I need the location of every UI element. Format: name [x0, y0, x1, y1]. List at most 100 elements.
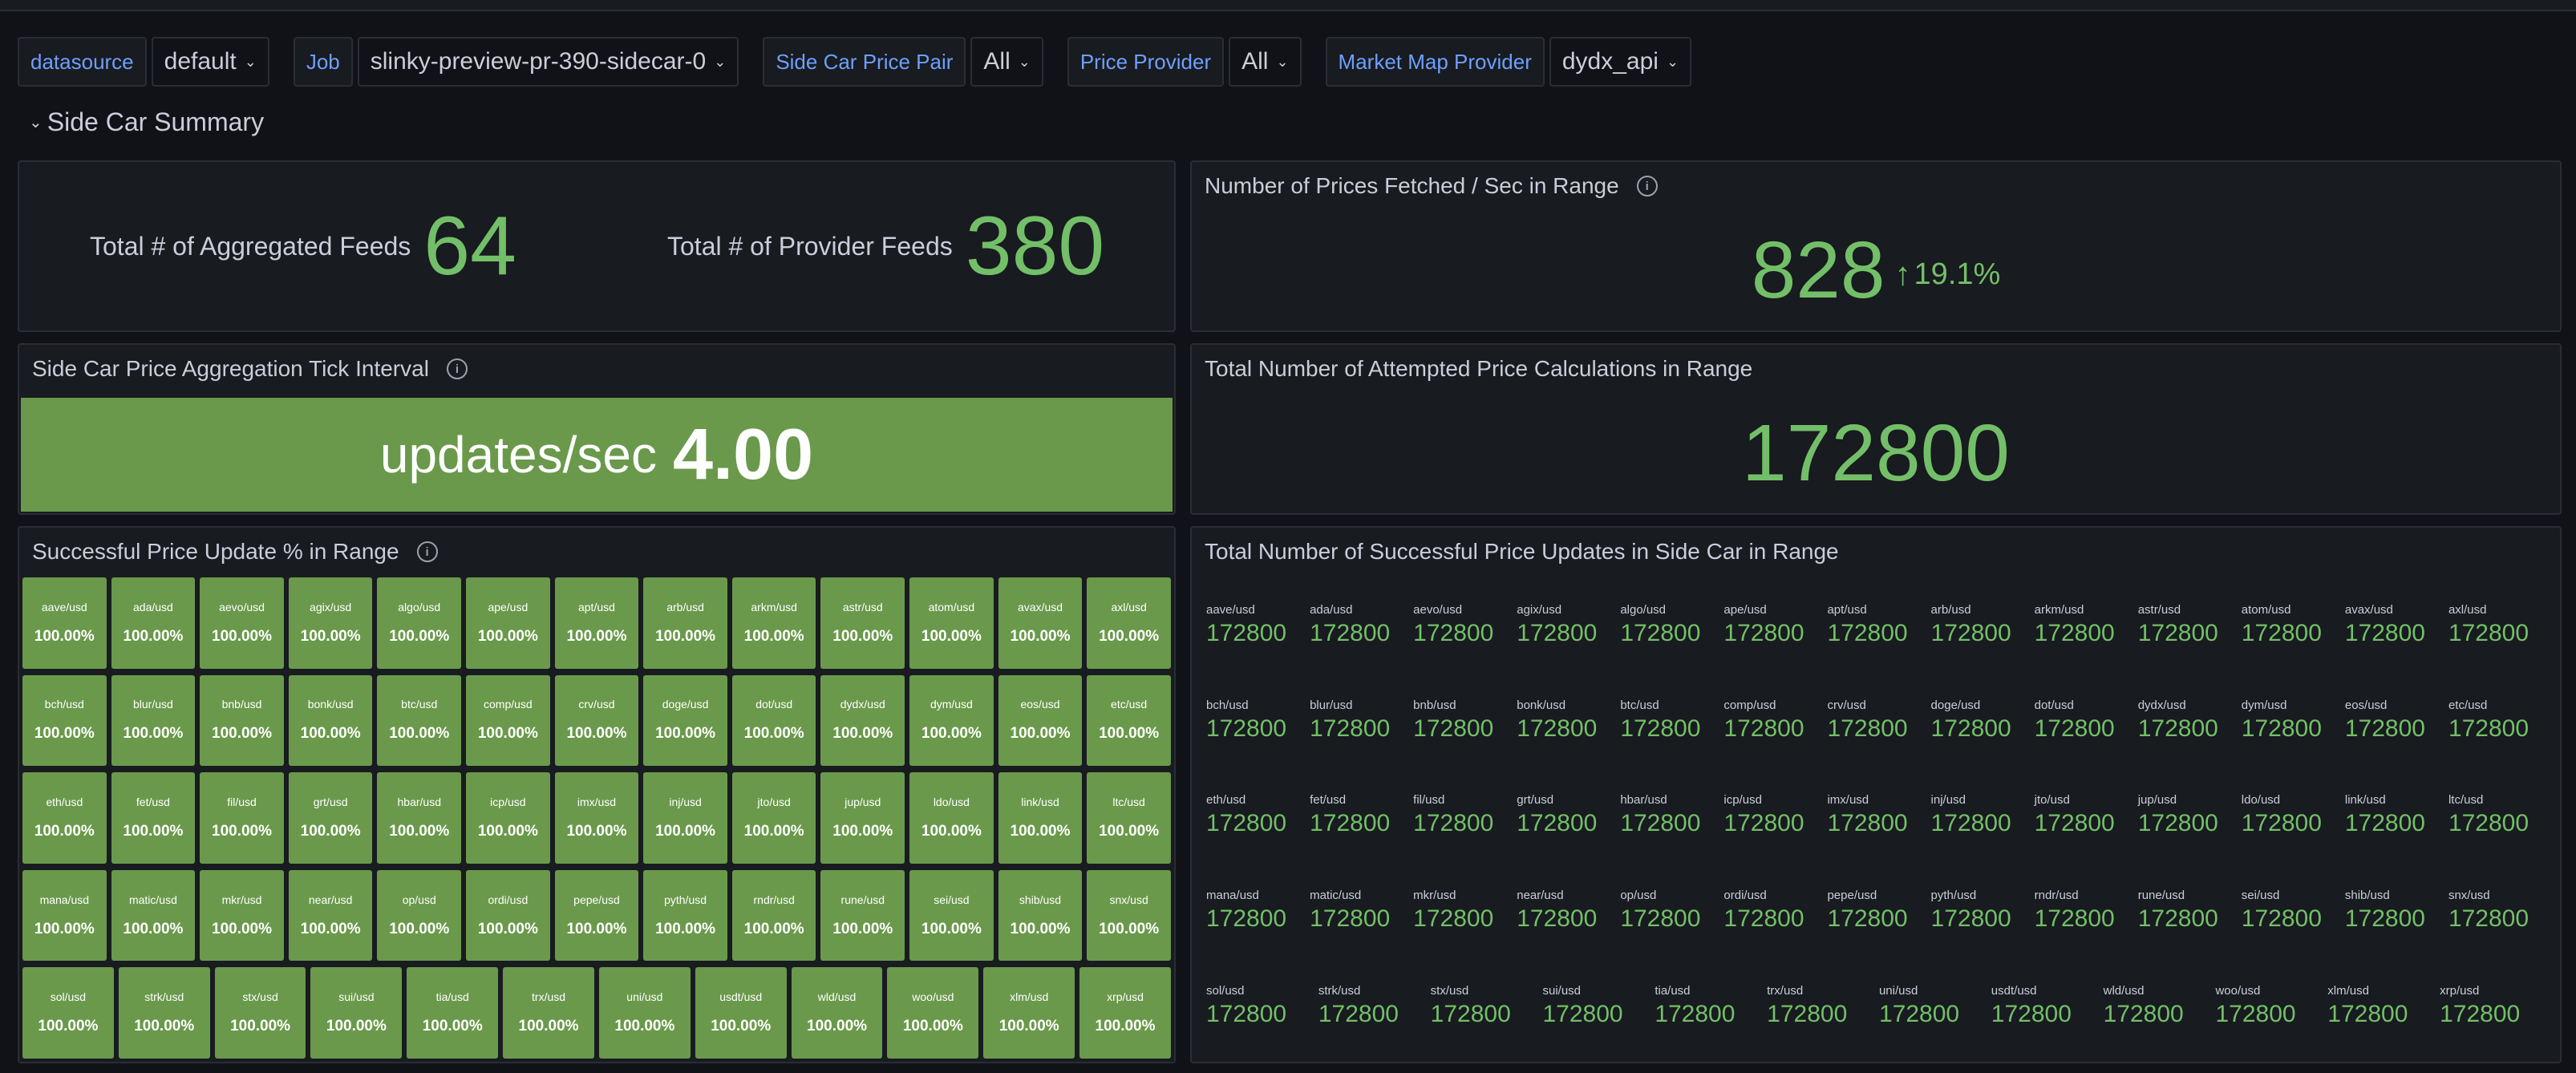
pair-count: dym/usd 172800 [2242, 698, 2345, 743]
pair-label: etc/usd [1111, 698, 1148, 711]
pair-count: mkr/usd 172800 [1413, 889, 1517, 933]
count-row: bch/usd 172800 blur/usd 172800 bnb/usd 172800… [1206, 673, 2552, 768]
pair-label: aevo/usd [219, 600, 265, 613]
pair-tile: avax/usd 100.00% [998, 577, 1083, 669]
pair-tile: jup/usd 100.00% [820, 772, 905, 864]
pair-label: wld/usd [2103, 984, 2145, 998]
aggregated-feeds-stat: Total # of Aggregated Feeds 64 [90, 162, 516, 330]
pair-tile: op/usd 100.00% [377, 869, 462, 962]
pair-percent: 100.00% [230, 1018, 291, 1035]
pair-label: pepe/usd [1827, 889, 1877, 903]
pair-count: xlm/usd 172800 [2327, 984, 2440, 1028]
market-map-provider-select[interactable]: dydx_api ⌄ [1549, 37, 1692, 87]
pair-label: ape/usd [1723, 602, 1767, 617]
pair-tile: arb/usd 100.00% [643, 577, 727, 669]
pair-count: agix/usd 172800 [1517, 603, 1620, 647]
pair-label: comp/usd [1723, 698, 1776, 712]
pair-percent: 100.00% [34, 822, 95, 840]
pair-count-value: 172800 [2034, 905, 2115, 933]
pair-count-value: 172800 [1413, 905, 1494, 933]
pair-label: tia/usd [435, 990, 469, 1004]
info-circle-icon[interactable]: i [1636, 176, 1658, 196]
pair-tile: fil/usd 100.00% [200, 772, 284, 864]
pair-label: blur/usd [133, 698, 173, 711]
select-value: default [164, 48, 237, 75]
pair-label: astr/usd [2137, 602, 2181, 617]
success-count-grid: aave/usd 172800 ada/usd 172800 aevo/usd 17280… [1206, 577, 2552, 1054]
pair-count-value: 172800 [2241, 619, 2322, 646]
pair-percent: 100.00% [477, 920, 538, 937]
row-toggle-side-car-summary[interactable]: ⌄ Side Car Summary [29, 107, 264, 137]
pair-tile: apt/usd 100.00% [554, 577, 639, 669]
top-nav-bar [0, 0, 2576, 11]
row-title: Side Car Summary [47, 107, 265, 136]
price-pair-select[interactable]: All ⌄ [970, 37, 1043, 87]
pair-tile: algo/usd 100.00% [377, 577, 462, 669]
pair-count: avax/usd 172800 [2345, 603, 2448, 647]
pair-percent: 100.00% [743, 627, 804, 645]
filter-label: Price Provider [1067, 37, 1225, 87]
pair-label: shib/usd [2344, 889, 2390, 903]
pair-label: atom/usd [2241, 602, 2291, 617]
pair-label: mana/usd [1206, 889, 1259, 903]
pair-tile: dot/usd 100.00% [731, 674, 816, 767]
pair-percent: 100.00% [566, 822, 627, 840]
chevron-down-icon: ⌄ [714, 53, 727, 70]
pair-label: ada/usd [1310, 602, 1353, 617]
pair-count-value: 172800 [2327, 1001, 2408, 1028]
pair-percent: 100.00% [743, 822, 804, 840]
pair-label: btc/usd [1620, 698, 1659, 712]
pair-tile: wld/usd 100.00% [791, 967, 883, 1059]
pair-label: imx/usd [1827, 793, 1869, 808]
pair-count-value: 172800 [2241, 905, 2322, 933]
pair-count-value: 172800 [1310, 905, 1391, 933]
pair-percent: 100.00% [655, 627, 716, 645]
pair-label: strk/usd [1318, 984, 1361, 998]
filter-label: datasource [18, 37, 147, 87]
pair-tile: aevo/usd 100.00% [200, 577, 284, 669]
pair-tile: xlm/usd 100.00% [983, 967, 1075, 1059]
pair-tile: sui/usd 100.00% [310, 967, 403, 1059]
stat-value: 828 [1751, 225, 1885, 315]
pair-count: blur/usd 172800 [1310, 698, 1413, 743]
pair-count-value: 172800 [2344, 810, 2425, 837]
info-circle-icon[interactable]: i [416, 541, 438, 562]
job-select[interactable]: slinky-preview-pr-390-sidecar-0 ⌄ [357, 37, 739, 87]
pair-count: hbar/usd 172800 [1620, 793, 1723, 837]
pair-percent: 100.00% [34, 920, 95, 937]
variable-filters: datasource default ⌄ Job slinky-preview-p… [18, 37, 1715, 87]
pair-count-value: 172800 [1517, 810, 1598, 837]
pair-count-value: 172800 [2344, 619, 2425, 646]
pair-count-value: 172800 [1206, 715, 1287, 742]
pair-count: dot/usd 172800 [2035, 698, 2138, 743]
pair-label: sui/usd [338, 990, 375, 1004]
select-value: All [1241, 48, 1269, 75]
pair-percent: 100.00% [38, 1018, 99, 1035]
pair-tile: atom/usd 100.00% [909, 577, 994, 669]
pair-percent: 100.00% [123, 725, 184, 743]
pair-count: arkm/usd 172800 [2035, 603, 2138, 647]
pair-count: arb/usd 172800 [1931, 603, 2035, 647]
datasource-select[interactable]: default ⌄ [151, 37, 269, 87]
pair-label: arb/usd [666, 600, 704, 613]
pair-tile: inj/usd 100.00% [643, 772, 727, 864]
price-provider-select[interactable]: All ⌄ [1229, 37, 1302, 87]
pair-percent: 100.00% [123, 920, 184, 937]
pair-label: agix/usd [310, 600, 352, 613]
pair-percent: 100.00% [711, 1018, 772, 1035]
info-circle-icon[interactable]: i [446, 358, 468, 379]
pair-percent: 100.00% [743, 920, 804, 937]
pair-label: dym/usd [2241, 698, 2287, 712]
select-value: All [983, 48, 1011, 75]
panel-title: Total Number of Successful Price Updates… [1205, 539, 1839, 565]
pair-percent: 100.00% [212, 822, 273, 840]
pair-tile: aave/usd 100.00% [22, 577, 107, 669]
pair-label: arb/usd [1930, 602, 1971, 617]
pair-label: dot/usd [755, 698, 793, 711]
pair-count-value: 172800 [2137, 715, 2218, 742]
pair-count: wld/usd 172800 [2104, 984, 2216, 1028]
pair-label: xlm/usd [1010, 990, 1049, 1004]
pair-percent: 100.00% [212, 920, 273, 937]
pair-label: ordi/usd [1723, 889, 1767, 903]
pair-label: rune/usd [2137, 889, 2185, 903]
